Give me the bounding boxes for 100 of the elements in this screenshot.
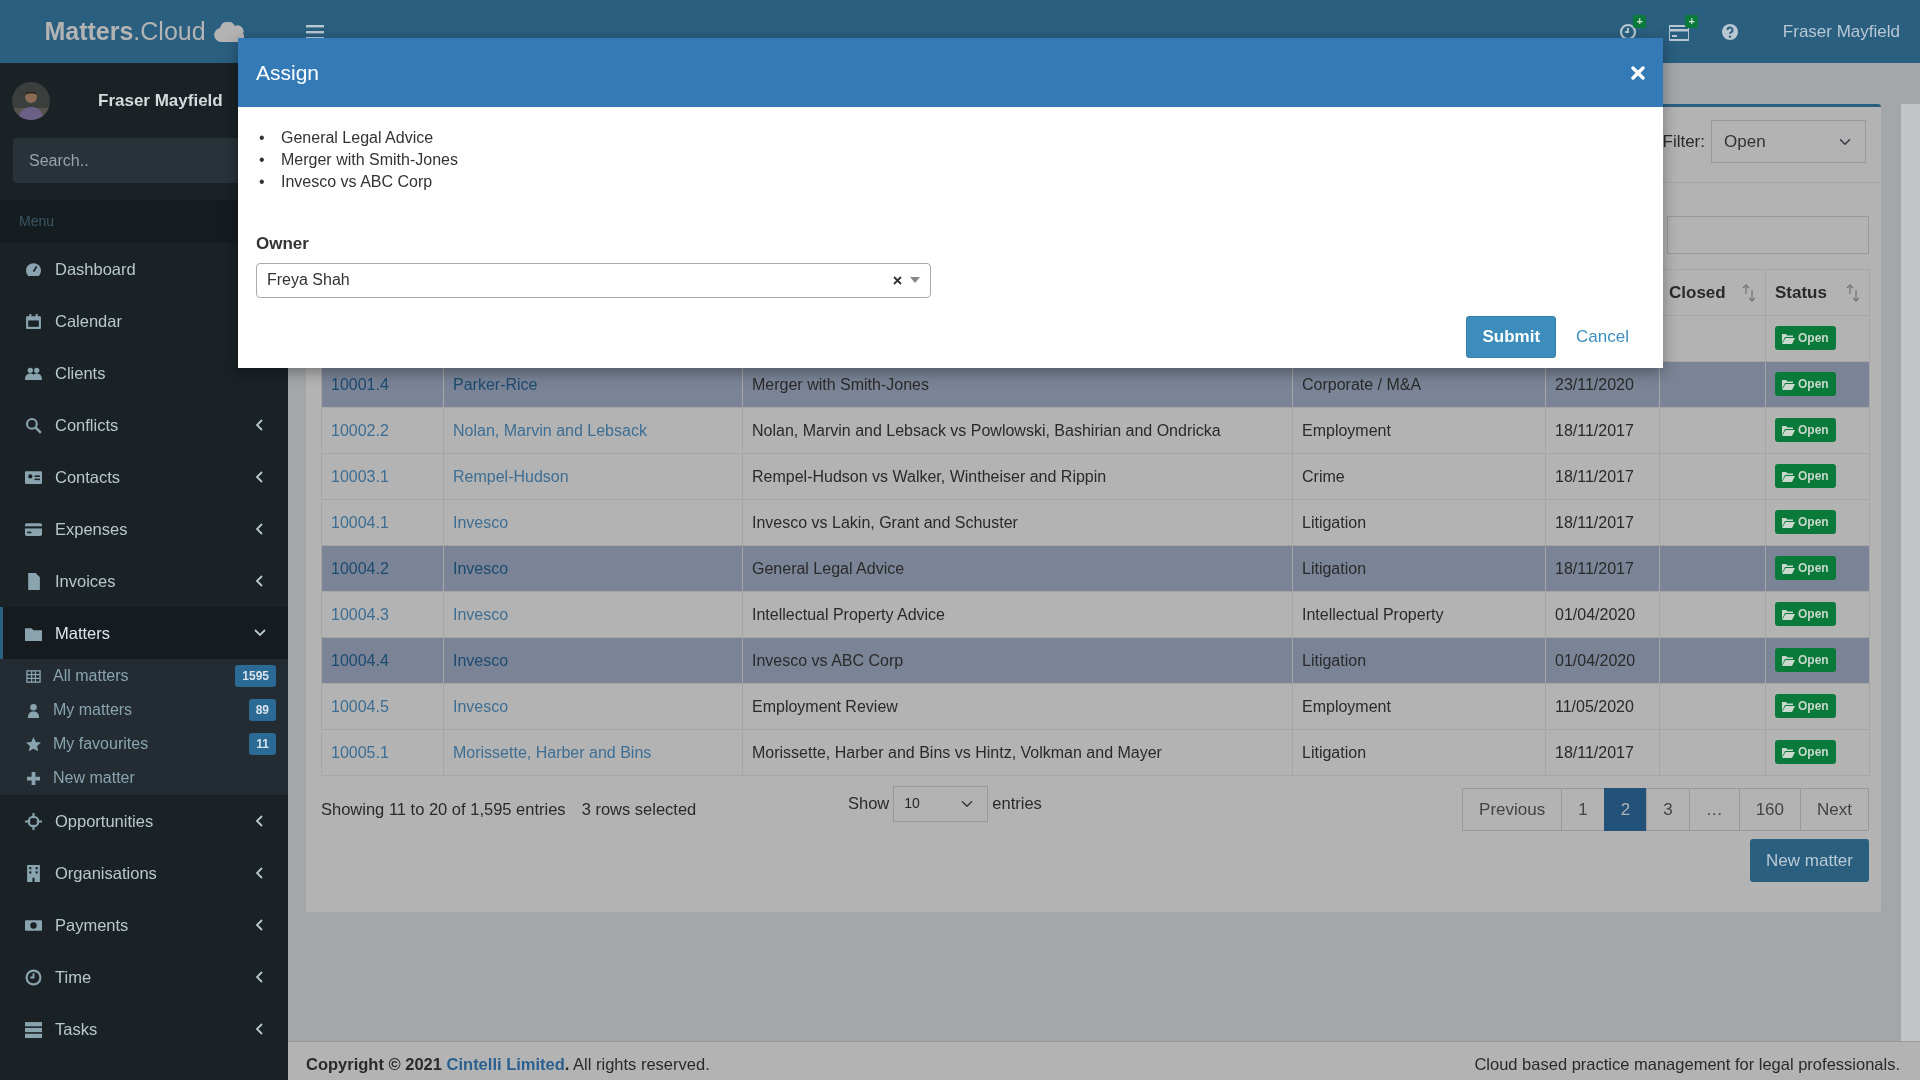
matter-link[interactable]: 10004.3 (331, 605, 389, 623)
user-name: Fraser Mayfield (98, 89, 223, 112)
clock-icon[interactable] (1618, 22, 1637, 41)
table-cell: Litigation (1292, 545, 1546, 592)
plus-icon (26, 770, 41, 786)
sort-icon[interactable] (1742, 283, 1756, 302)
table-cell: Nolan, Marvin and Lebsack vs Powlowski, Bashirian and Ondricka (742, 407, 1293, 454)
menu-item[interactable]: Contacts (0, 451, 288, 503)
page-link[interactable]: 3 (1646, 788, 1690, 831)
table-cell: 01/04/2020 (1545, 591, 1660, 638)
submenu-item[interactable]: All matters 1595 (0, 659, 276, 693)
menu-item[interactable]: Payments (0, 899, 288, 951)
table-search-field[interactable] (1667, 216, 1869, 254)
page-size-select[interactable]: 10 (893, 785, 989, 822)
filter-label: Filter: (1662, 130, 1705, 153)
submit-button[interactable]: Submit (1466, 315, 1557, 358)
add-marker: + (1685, 14, 1698, 28)
client-link[interactable]: Rempel-Hudson (453, 467, 569, 485)
table-cell: Intellectual Property Advice (742, 591, 1293, 638)
table-icon (26, 668, 41, 684)
filter-select[interactable]: Open (1711, 120, 1866, 163)
client-link[interactable]: Invesco (453, 605, 509, 623)
client-link[interactable]: Invesco (453, 559, 509, 577)
building-icon (25, 864, 42, 882)
owner-select[interactable]: Freya Shah (256, 262, 931, 298)
menu-item[interactable]: Opportunities (0, 795, 288, 847)
table-cell: Invesco vs Lakin, Grant and Schuster (742, 499, 1293, 546)
matter-link[interactable]: 10001.4 (331, 375, 389, 393)
clear-icon[interactable] (893, 275, 902, 285)
page-link[interactable]: Previous (1462, 788, 1563, 831)
new-matter-button[interactable]: New matter (1750, 839, 1869, 882)
table-cell: Rempel-Hudson vs Walker, Wintheiser and Rippin (742, 453, 1293, 500)
copyright-text: Copyright © 2021 Cintelli Limited. All rights reserved. (306, 1054, 710, 1075)
cancel-link[interactable]: Cancel (1570, 323, 1635, 350)
matter-link[interactable]: 10005.1 (331, 743, 389, 761)
folder-icon (1782, 608, 1795, 620)
status-text: Open (1798, 422, 1829, 440)
client-link[interactable]: Parker-Rice (453, 375, 538, 393)
menu-item[interactable]: Expenses (0, 503, 288, 555)
matter-link[interactable]: 10004.1 (331, 513, 389, 531)
table-cell: Intellectual Property (1292, 591, 1546, 638)
matter-link[interactable]: 10003.1 (331, 467, 389, 485)
menu-item[interactable]: Matters (0, 607, 288, 659)
client-link[interactable]: Invesco (453, 513, 509, 531)
sort-icon[interactable] (1846, 283, 1860, 302)
company-link[interactable]: Cintelli Limited (446, 1055, 565, 1073)
matter-count: 1595 (235, 665, 276, 687)
folder-icon (1782, 332, 1795, 344)
matter-link[interactable]: 10004.2 (331, 559, 389, 577)
cloud-icon (213, 21, 244, 42)
page-link[interactable]: 2 (1603, 788, 1648, 831)
folder-icon (1782, 424, 1795, 436)
entries-info: Showing 11 to 20 of 1,595 entries (321, 799, 566, 821)
status-text: Open (1798, 560, 1829, 578)
close-icon[interactable] (1631, 65, 1645, 80)
status-text: Open (1798, 606, 1829, 624)
menu-item[interactable]: Calendar (0, 295, 288, 347)
scrollbar[interactable] (1901, 104, 1920, 1041)
table-cell: 18/11/2017 (1545, 453, 1660, 500)
table-cell: 18/11/2017 (1545, 729, 1660, 776)
menu-icon[interactable] (306, 23, 324, 40)
matter-count: 11 (249, 733, 276, 755)
user-menu[interactable]: Fraser Mayfield (1782, 18, 1900, 45)
page-link[interactable]: … (1688, 788, 1740, 831)
page-link[interactable]: 1 (1561, 788, 1605, 831)
menu-item[interactable]: Conflicts (0, 399, 288, 451)
gauge-icon (25, 260, 42, 278)
page-link[interactable]: Next (1800, 788, 1869, 831)
user-icon (26, 702, 41, 718)
credit-card-icon[interactable] (1668, 22, 1689, 41)
matter-link[interactable]: 10004.4 (331, 651, 389, 669)
menu-item[interactable]: Clients (0, 347, 288, 399)
menu-item[interactable]: Time (0, 951, 288, 1003)
table-cell: 18/11/2017 (1545, 545, 1660, 592)
submenu-item[interactable]: My matters 89 (0, 693, 276, 727)
menu-item[interactable]: Organisations (0, 847, 288, 899)
folder-icon (1782, 378, 1795, 390)
file-icon (25, 572, 42, 590)
page-link[interactable]: 160 (1738, 788, 1802, 831)
star-icon (26, 736, 41, 752)
menu-item[interactable]: Invoices (0, 555, 288, 607)
folder-icon (1782, 562, 1795, 574)
client-link[interactable]: Invesco (453, 651, 509, 669)
submenu-item[interactable]: New matter (0, 761, 276, 795)
table-cell: Litigation (1292, 499, 1546, 546)
selection-info: 3 rows selected (581, 799, 697, 821)
matter-link[interactable]: 10002.2 (331, 421, 389, 439)
menu-item[interactable]: Tasks (0, 1003, 288, 1055)
contact-card-icon (25, 468, 42, 486)
matter-link[interactable]: 10004.5 (331, 697, 389, 715)
client-link[interactable]: Invesco (453, 697, 509, 715)
folder-icon (1782, 516, 1795, 528)
table-cell: 01/04/2020 (1545, 637, 1660, 684)
help-icon[interactable] (1720, 22, 1739, 41)
tagline: Cloud based practice management for legal professionals. (1474, 1054, 1900, 1075)
folder-icon (1782, 700, 1795, 712)
status-text: Open (1798, 330, 1829, 348)
matter-count: 89 (248, 699, 276, 721)
submenu-item[interactable]: My favourites 11 (0, 727, 276, 761)
table-cell: Crime (1292, 453, 1546, 500)
